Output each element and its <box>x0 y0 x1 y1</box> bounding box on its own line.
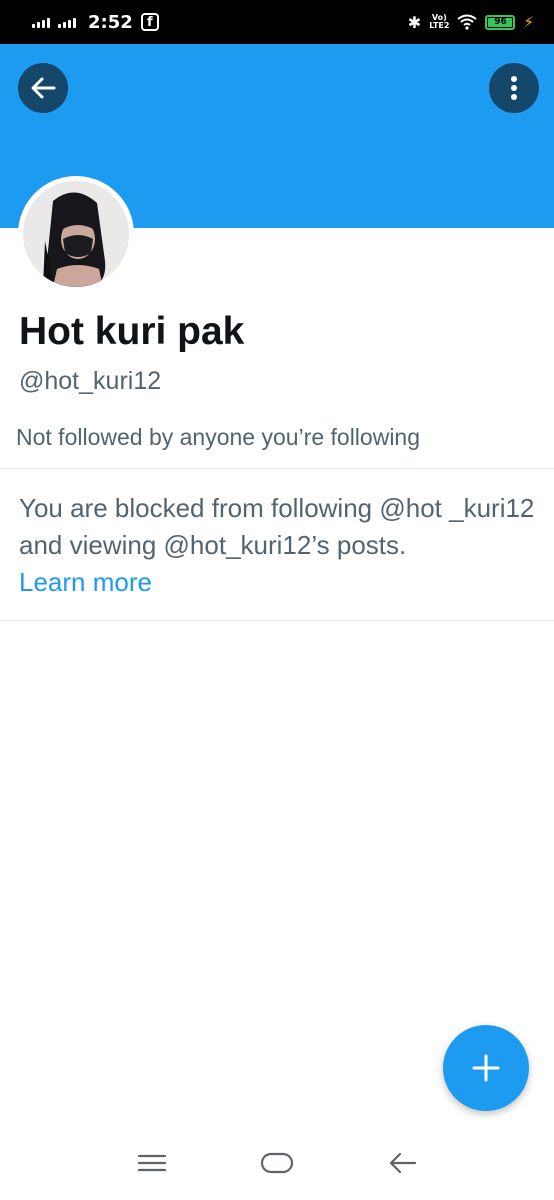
followers-you-know-note: Not followed by anyone you’re following <box>16 424 421 450</box>
blocked-notice-text: You are blocked from following @hot _kur… <box>19 493 535 560</box>
back-button[interactable] <box>18 63 68 113</box>
menu-icon <box>137 1154 166 1172</box>
system-nav-bar <box>0 1130 554 1200</box>
arrow-left-icon <box>31 77 56 99</box>
status-bar: 2:52 f ✱ Vo) LTE2 96 ⚡ <box>0 0 554 44</box>
bluetooth-icon: ✱ <box>407 12 422 32</box>
facebook-icon: f <box>140 13 159 31</box>
divider <box>0 468 554 469</box>
avatar-image <box>23 181 129 287</box>
blocked-notice: You are blocked from following @hot _kur… <box>19 490 539 601</box>
compose-button[interactable] <box>443 1025 529 1111</box>
wifi-icon <box>457 14 478 30</box>
display-name: Hot kuri pak <box>19 310 245 353</box>
battery-percent: 96 <box>494 17 507 27</box>
battery-icon: 96 <box>485 14 516 30</box>
recent-apps-button[interactable] <box>137 1153 167 1177</box>
more-options-button[interactable] <box>489 63 539 113</box>
status-time: 2:52 <box>88 11 133 33</box>
volte-indicator: Vo) LTE2 <box>429 13 450 30</box>
avatar[interactable] <box>23 181 129 287</box>
signal-2-icon <box>58 16 76 28</box>
system-back-button[interactable] <box>387 1151 417 1179</box>
back-icon <box>390 1152 417 1174</box>
charging-icon: ⚡ <box>523 13 534 31</box>
home-icon <box>260 1152 294 1174</box>
plus-icon <box>472 1054 500 1082</box>
avatar-ring[interactable] <box>18 176 134 292</box>
status-bar-right: ✱ Vo) LTE2 96 ⚡ <box>408 13 534 32</box>
divider <box>0 620 554 621</box>
signal-1-icon <box>32 16 50 28</box>
status-bar-left: 2:52 f <box>32 12 159 33</box>
user-handle: @hot_kuri12 <box>19 367 162 395</box>
more-vertical-icon <box>511 76 517 100</box>
learn-more-link[interactable]: Learn more <box>19 564 539 601</box>
home-button[interactable] <box>260 1152 294 1178</box>
